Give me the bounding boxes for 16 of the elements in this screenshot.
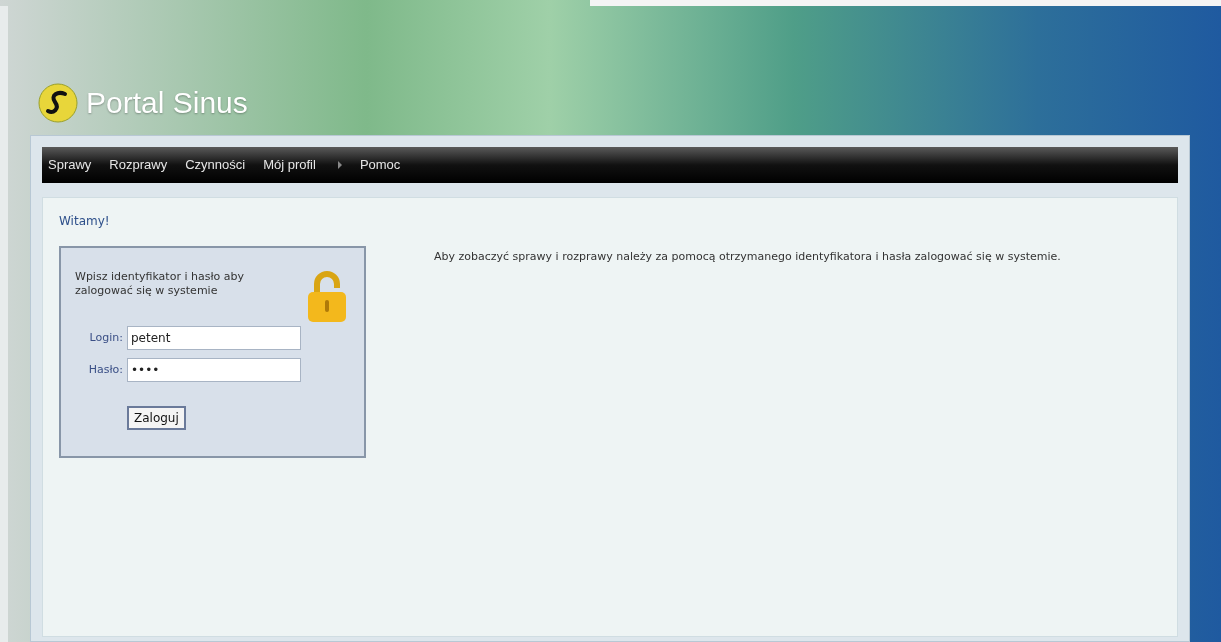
login-field[interactable]: petent bbox=[127, 326, 301, 350]
password-field[interactable]: •••• bbox=[127, 358, 301, 382]
info-text: Aby zobaczyć sprawy i rozprawy należy za pomocą otrzymanego identyfikatora i hasła zalogować się w systemie. bbox=[434, 250, 1062, 265]
portal-title: Portal Sinus bbox=[86, 85, 248, 121]
password-label: Hasło: bbox=[87, 361, 123, 378]
login-instruction: Wpisz identyfikator i hasło aby zalogować się w systemie bbox=[75, 270, 245, 299]
login-button[interactable]: Zaloguj bbox=[127, 406, 186, 430]
page-heading: Witamy! bbox=[59, 213, 111, 230]
login-label: Login: bbox=[88, 329, 123, 346]
padlock-icon bbox=[306, 270, 348, 324]
nav-link[interactable]: Sprawy bbox=[48, 155, 92, 175]
nav-link[interactable]: Mój profil bbox=[263, 155, 316, 175]
nav-link[interactable]: Rozprawy bbox=[109, 155, 168, 175]
logo-icon bbox=[38, 82, 78, 123]
nav-link[interactable]: Pomoc bbox=[359, 155, 401, 175]
nav-link[interactable]: Czynności bbox=[185, 155, 246, 175]
